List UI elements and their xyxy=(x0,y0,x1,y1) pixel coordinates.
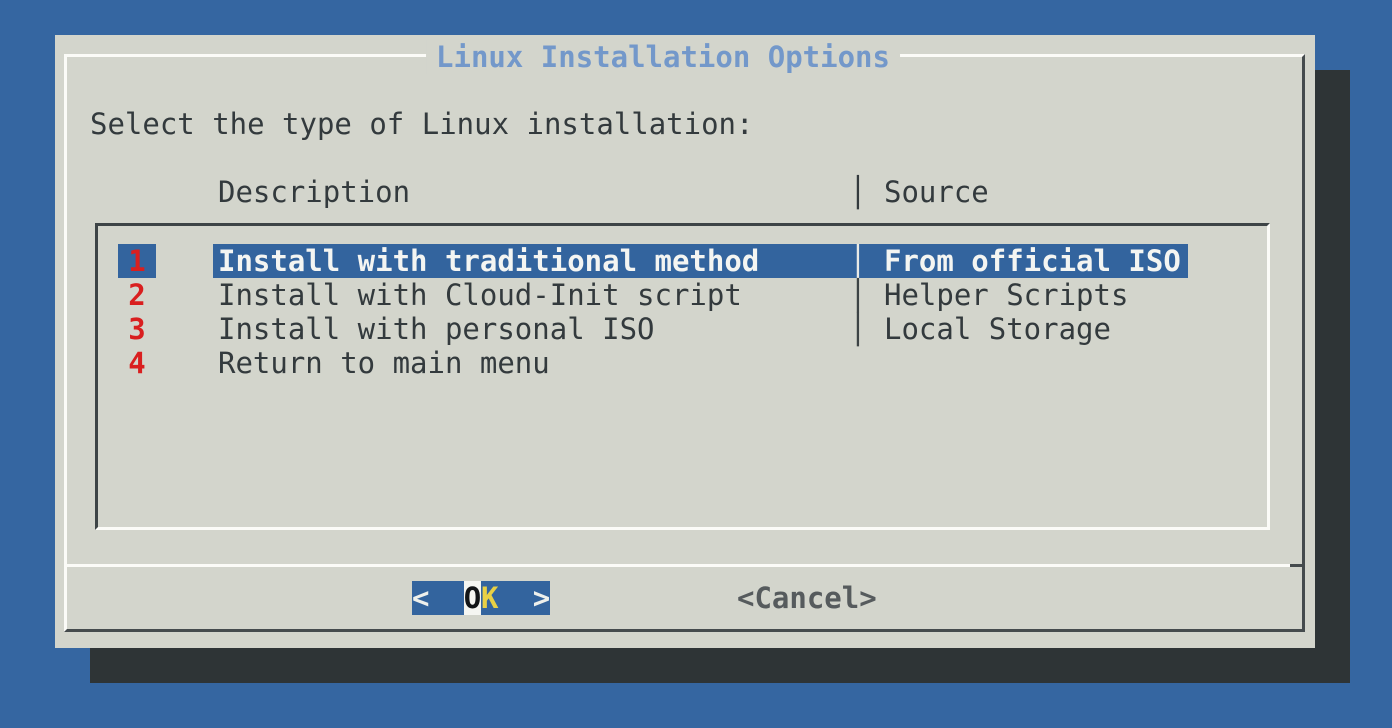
instruction-text: Select the type of Linux installation: xyxy=(90,107,753,141)
dialog-title: Linux Installation Options xyxy=(426,40,900,74)
cancel-button[interactable]: <Cancel> xyxy=(737,581,877,615)
column-header-row: Description │ Source xyxy=(55,175,1315,209)
button-row: < O K > <Cancel> xyxy=(55,581,1315,615)
menu-item-source: Local Storage xyxy=(884,312,1111,346)
menu-item-4[interactable]: 4 Return to main menu xyxy=(55,346,1315,380)
column-header-description: Description xyxy=(218,175,410,209)
menu-item-label: Install with Cloud-Init script xyxy=(218,278,742,312)
menu-item-1[interactable]: 1 Install with traditional method │ From… xyxy=(55,244,1315,278)
menu-item-2[interactable]: 2 Install with Cloud-Init script │ Helpe… xyxy=(55,278,1315,312)
installation-options-dialog: Linux Installation Options Select the ty… xyxy=(55,35,1315,648)
terminal-screen: Linux Installation Options Select the ty… xyxy=(0,0,1392,728)
menu-item-source: From official ISO xyxy=(884,244,1181,278)
menu-item-3[interactable]: 3 Install with personal ISO │ Local Stor… xyxy=(55,312,1315,346)
column-separator: │ xyxy=(849,312,867,346)
menu-item-tag: 3 xyxy=(118,312,156,346)
menu-item-tag: 2 xyxy=(118,278,156,312)
ok-button[interactable]: < O K > xyxy=(412,581,550,615)
ok-cursor-char: O xyxy=(464,581,481,615)
menu-item-label: Install with personal ISO xyxy=(218,312,655,346)
menu-item-tag: 1 xyxy=(118,244,156,278)
menu-item-label: Install with traditional method xyxy=(218,244,759,278)
ok-bracket-left: < xyxy=(412,581,429,615)
column-separator: │ xyxy=(849,244,867,278)
menu-item-tag: 4 xyxy=(118,346,156,380)
column-header-source: Source xyxy=(884,175,989,209)
button-area-separator-cap xyxy=(1290,564,1302,567)
button-area-separator xyxy=(67,564,1290,567)
ok-bracket-right: > xyxy=(533,581,550,615)
menu-item-label: Return to main menu xyxy=(218,346,550,380)
ok-hotkey-char: K xyxy=(481,581,498,615)
column-separator: │ xyxy=(849,278,867,312)
column-separator: │ xyxy=(849,175,867,209)
menu-item-source: Helper Scripts xyxy=(884,278,1128,312)
